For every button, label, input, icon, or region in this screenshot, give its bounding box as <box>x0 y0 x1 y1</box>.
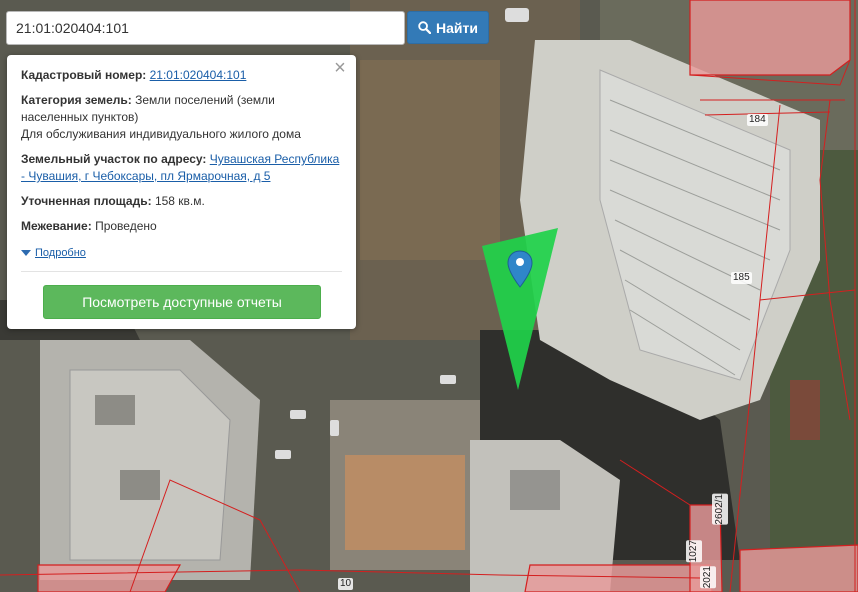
details-toggle[interactable]: Подробно <box>21 247 86 259</box>
parcel-label-2021: 2021 <box>700 566 716 589</box>
parcel-label-1027: 1027 <box>686 540 702 563</box>
parcel-label-10: 10 <box>338 578 354 590</box>
survey-label: Межевание: <box>21 219 92 233</box>
area-row: Уточненная площадь: 158 кв.м. <box>21 193 342 210</box>
search-button[interactable]: Найти <box>407 11 489 44</box>
cadastral-number-link[interactable]: 21:01:020404:101 <box>150 68 247 82</box>
survey-value: Проведено <box>95 219 157 233</box>
parcel-label-185: 185 <box>731 272 752 284</box>
area-value: 158 кв.м. <box>154 194 205 208</box>
parcel-info-popup: × Кадастровый номер: 21:01:020404:101 Ка… <box>7 55 356 329</box>
cadastral-number-row: Кадастровый номер: 21:01:020404:101 <box>21 67 342 84</box>
address-row: Земельный участок по адресу: Чувашская Р… <box>21 151 342 185</box>
land-category-label: Категория земель: <box>21 93 132 107</box>
popup-divider <box>21 271 342 272</box>
caret-down-icon <box>21 250 31 256</box>
view-reports-button[interactable]: Посмотреть доступные отчеты <box>43 285 321 319</box>
close-icon[interactable]: × <box>332 58 348 78</box>
parcel-label-184: 184 <box>747 114 768 126</box>
land-usage-value: Для обслуживания индивидуального жилого … <box>21 127 301 141</box>
address-label: Земельный участок по адресу: <box>21 152 207 166</box>
cadastral-number-label: Кадастровый номер: <box>21 68 147 82</box>
land-category-row: Категория земель: Земли поселений (земли… <box>21 92 342 143</box>
parcel-label-2602-1: 2602/1 <box>712 494 728 525</box>
map-marker-icon[interactable] <box>507 250 533 288</box>
search-icon <box>418 21 432 34</box>
search-button-label: Найти <box>436 19 478 36</box>
area-label: Уточненная площадь: <box>21 194 152 208</box>
survey-row: Межевание: Проведено <box>21 218 342 235</box>
search-input[interactable] <box>6 11 405 45</box>
details-toggle-label: Подробно <box>35 247 86 259</box>
